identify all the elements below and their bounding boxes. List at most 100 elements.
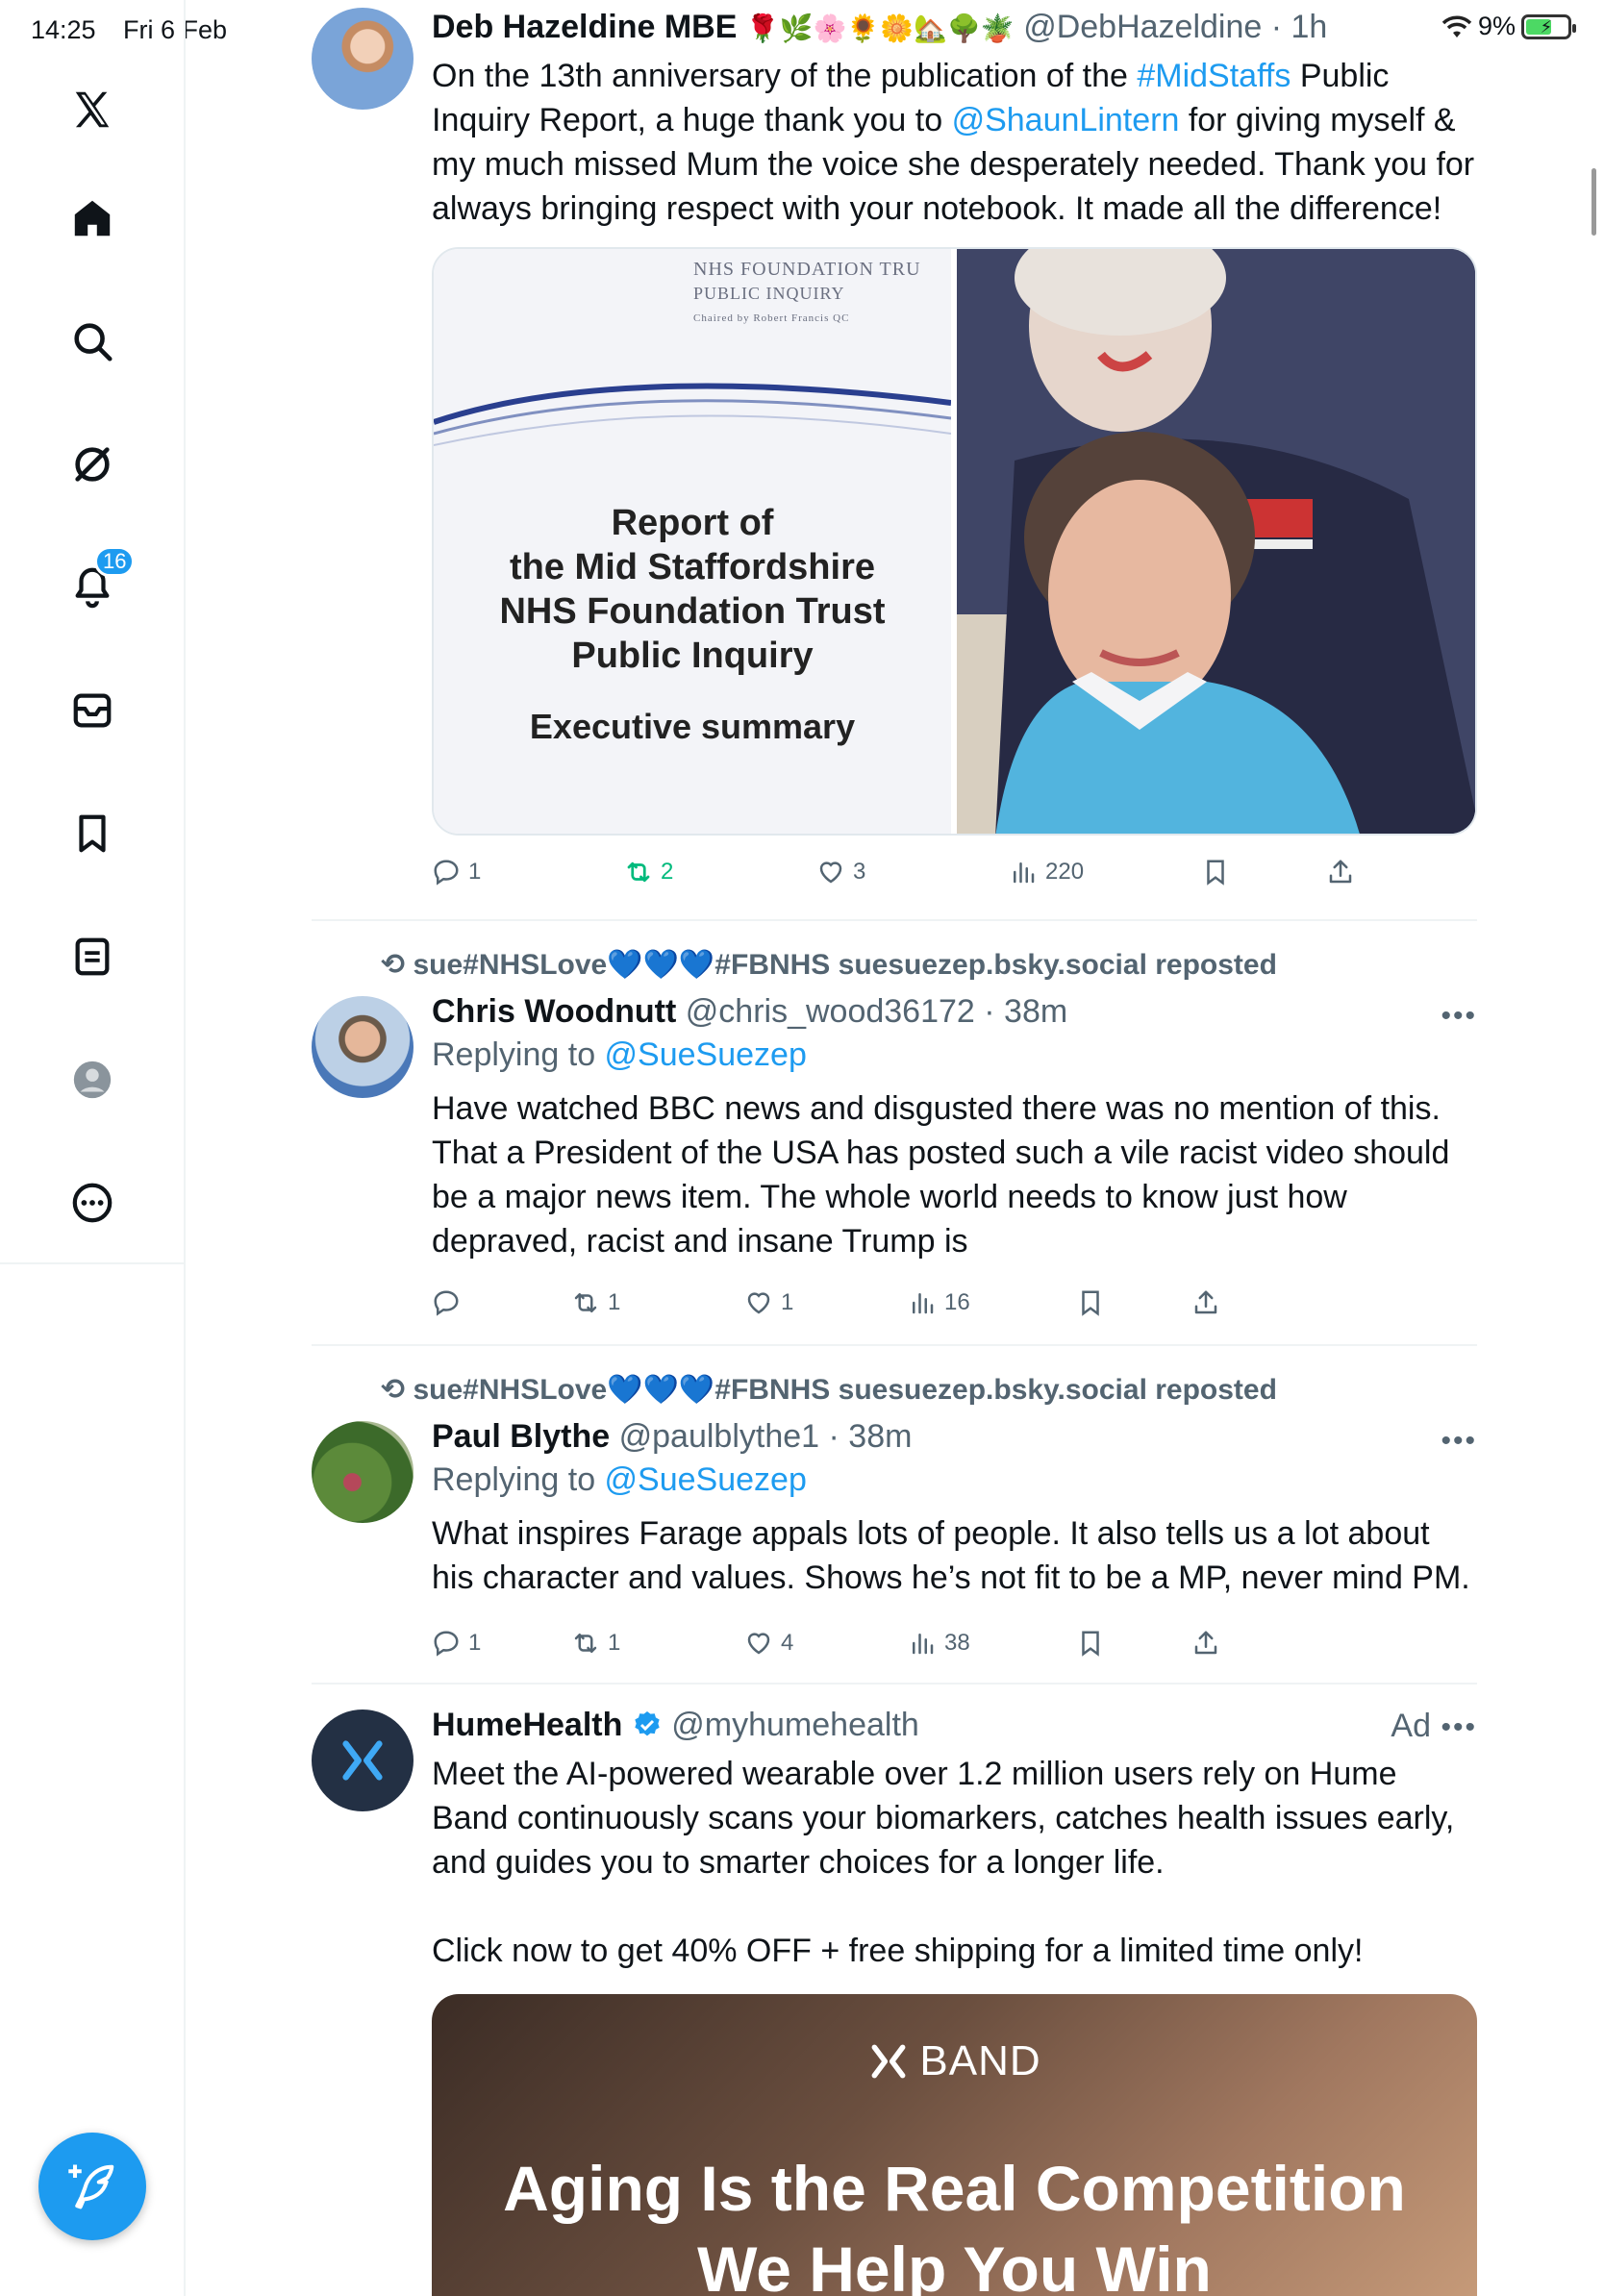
avatar[interactable]: [312, 1710, 414, 1811]
repost-icon: [627, 861, 650, 883]
post-media[interactable]: NHS FOUNDATION TRU PUBLIC INQUIRY Chaire…: [432, 247, 1477, 836]
post-humehealth-ad[interactable]: HumeHealth @myhumehealth Meet the AI-pow…: [312, 1686, 1477, 2296]
author-name[interactable]: Deb Hazeldine MBE: [432, 9, 737, 45]
post-actions: 1 2 3 220: [432, 848, 1355, 896]
share-button[interactable]: [1191, 1619, 1220, 1667]
repost-count: 2: [661, 859, 674, 885]
repost-count: 1: [608, 1289, 621, 1315]
post-text: What inspires Farage appals lots of peop…: [432, 1515, 1470, 1596]
views-icon: [1014, 862, 1035, 884]
bookmark-button[interactable]: [1076, 1619, 1105, 1667]
post-header: HumeHealth @myhumehealth: [432, 1704, 1477, 1746]
post-divider: [312, 1683, 1477, 1685]
profile-icon[interactable]: [63, 1051, 121, 1109]
author-handle[interactable]: @chris_wood36172: [686, 993, 975, 1030]
views-button[interactable]: 220: [1009, 848, 1084, 896]
hume-logo-icon: [342, 1740, 383, 1781]
views-icon: [913, 1634, 934, 1655]
more-options-icon[interactable]: •••: [1441, 1711, 1477, 1744]
more-options-icon[interactable]: •••: [1441, 1000, 1477, 1033]
scrollbar[interactable]: [1591, 168, 1596, 236]
reply-count: 1: [468, 1630, 482, 1656]
post-time[interactable]: · 38m: [829, 1418, 913, 1455]
reply-button[interactable]: 1: [432, 1619, 481, 1667]
compose-button[interactable]: [38, 2133, 146, 2240]
repost-button[interactable]: 1: [571, 1619, 620, 1667]
like-button[interactable]: 4: [744, 1619, 793, 1667]
report-cover-image[interactable]: NHS FOUNDATION TRU PUBLIC INQUIRY Chaire…: [434, 249, 951, 834]
lists-icon[interactable]: [63, 928, 121, 986]
grok-icon[interactable]: [63, 436, 121, 493]
verified-badge-icon: [635, 1711, 660, 1736]
bookmark-button[interactable]: [1201, 848, 1230, 896]
post-header: Deb Hazeldine MBE 🌹🌿🌸🌻🌼🏡🌳🪴 @DebHazeldine…: [432, 6, 1477, 48]
author-name[interactable]: HumeHealth: [432, 1707, 622, 1743]
share-button[interactable]: [1191, 1279, 1220, 1327]
notifications-icon[interactable]: 16: [63, 546, 136, 615]
author-handle[interactable]: @myhumehealth: [671, 1707, 919, 1743]
author-name[interactable]: Paul Blythe: [432, 1418, 610, 1455]
repost-button[interactable]: 2: [624, 848, 673, 896]
views-button[interactable]: 38: [908, 1619, 970, 1667]
author-name[interactable]: Chris Woodnutt: [432, 993, 676, 1030]
avatar[interactable]: [312, 1421, 414, 1523]
post-header: Chris Woodnutt @chris_wood36172 · 38m: [432, 990, 1477, 1033]
repost-context: ⟲ sue#NHSLove💙💙💙#FBNHS suesuezep.bsky.so…: [381, 1373, 1277, 1407]
messages-icon[interactable]: [63, 682, 121, 739]
author-handle[interactable]: @DebHazeldine: [1023, 9, 1262, 45]
post-actions: 1 1 16: [432, 1279, 1355, 1327]
battery-icon: ⚡: [1521, 13, 1576, 39]
ad-text-1: Meet the AI-powered wearable over 1.2 mi…: [432, 1756, 1455, 1881]
report-title-4: Public Inquiry: [571, 636, 814, 676]
bookmarks-icon[interactable]: [63, 805, 121, 862]
ad-label: Ad: [1391, 1708, 1431, 1744]
share-icon: [1194, 1290, 1217, 1314]
ad-brand-text: BAND: [919, 2037, 1041, 2084]
home-icon[interactable]: [63, 189, 121, 247]
reply-button[interactable]: [432, 1279, 468, 1327]
share-icon: [1194, 1631, 1217, 1655]
post-time[interactable]: · 1h: [1271, 9, 1328, 45]
replying-to: Replying to @SueSuezep: [432, 1458, 1477, 1502]
post-paul-blythe[interactable]: ⟲ sue#NHSLove💙💙💙#FBNHS suesuezep.bsky.so…: [312, 1348, 1477, 1685]
repost-context: ⟲ sue#NHSLove💙💙💙#FBNHS suesuezep.bsky.so…: [381, 948, 1277, 982]
reply-button[interactable]: 1: [432, 848, 481, 896]
view-count: 38: [944, 1630, 970, 1656]
avatar[interactable]: [312, 996, 414, 1098]
avatar[interactable]: [312, 8, 414, 110]
post-deb-hazeldine[interactable]: Deb Hazeldine MBE 🌹🌿🌸🌻🌼🏡🌳🪴 @DebHazeldine…: [312, 0, 1477, 921]
reply-mention-link[interactable]: @SueSuezep: [605, 1461, 807, 1498]
post-time[interactable]: · 38m: [984, 993, 1067, 1030]
bookmark-button[interactable]: [1076, 1279, 1105, 1327]
post-chris-woodnutt[interactable]: ⟲ sue#NHSLove💙💙💙#FBNHS suesuezep.bsky.so…: [312, 923, 1477, 1346]
heart-icon: [747, 1633, 770, 1655]
more-icon[interactable]: [63, 1174, 121, 1232]
share-icon: [1329, 860, 1352, 884]
views-button[interactable]: 16: [908, 1279, 970, 1327]
reply-mention-link[interactable]: @SueSuezep: [605, 1036, 807, 1073]
repost-small-icon: ⟲: [381, 1374, 406, 1406]
replying-to-label: Replying to: [432, 1036, 605, 1073]
repost-button[interactable]: 1: [571, 1279, 620, 1327]
post-text-part: On the 13th anniversary of the publicati…: [432, 58, 1138, 94]
author-handle[interactable]: @paulblythe1: [619, 1418, 819, 1455]
reply-count: 1: [468, 859, 482, 885]
reply-icon: [434, 1631, 459, 1657]
share-button[interactable]: [1326, 848, 1355, 896]
repost-icon: [574, 1293, 597, 1312]
hashtag-link[interactable]: #MidStaffs: [1137, 58, 1291, 94]
repost-by-text: sue#NHSLove💙💙💙#FBNHS suesuezep.bsky.soci…: [413, 949, 1277, 981]
like-button[interactable]: 3: [816, 848, 865, 896]
like-button[interactable]: 1: [744, 1279, 793, 1327]
more-options-icon[interactable]: •••: [1441, 1425, 1477, 1458]
ad-headline-2: We Help You Win: [697, 2234, 1212, 2296]
bookmark-icon: [1082, 1290, 1099, 1316]
ad-brand: BAND: [432, 2037, 1477, 2085]
x-logo-icon[interactable]: [63, 81, 121, 138]
report-swoosh: [434, 383, 951, 446]
search-icon[interactable]: [63, 312, 121, 370]
mention-link[interactable]: @ShaunLintern: [952, 102, 1180, 138]
ad-media[interactable]: BAND Aging Is the Real Competition We He…: [432, 1994, 1477, 2296]
sidebar: 16: [0, 0, 186, 2296]
photo-mother-daughter[interactable]: [957, 249, 1475, 834]
